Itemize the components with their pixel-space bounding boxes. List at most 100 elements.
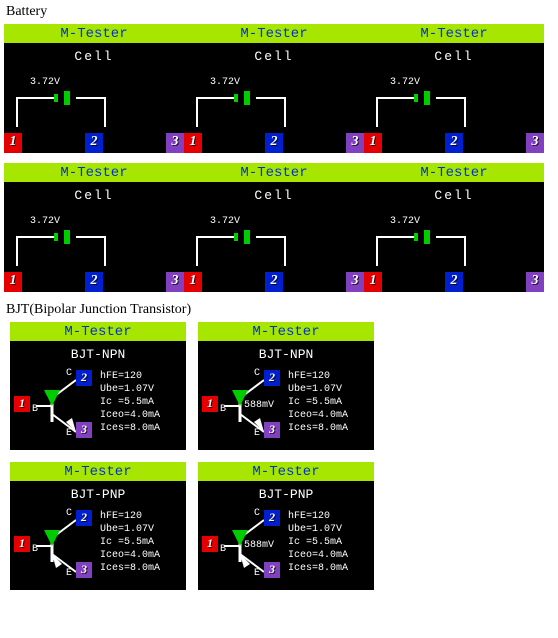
terminal-base-label: B xyxy=(220,544,226,555)
param-iceo: Iceo=4.0mA xyxy=(288,549,348,562)
pin-3: 3 xyxy=(526,272,544,292)
cell-schematic xyxy=(196,87,352,129)
tester-body: Cell 3.72V 1 2 3 xyxy=(4,182,184,292)
pin-2: 2 xyxy=(264,370,280,386)
pin-2: 2 xyxy=(265,133,283,153)
pin-1: 1 xyxy=(364,133,382,153)
pin-1: 1 xyxy=(4,133,22,153)
terminal-base-label: B xyxy=(220,404,226,415)
bjt-parameters: hFE=120 Ube=1.07V Ic =5.5mA Iceo=4.0mA I… xyxy=(100,510,160,575)
pin-3: 3 xyxy=(76,422,92,438)
pin-row: 1 2 3 xyxy=(184,133,364,153)
pin-row: 1 2 3 xyxy=(4,272,184,292)
tester-header: M-Tester xyxy=(364,163,544,182)
terminal-collector-label: C xyxy=(254,368,260,379)
bjt-parameters: hFE=120 Ube=1.07V Ic =5.5mA Iceo=4.0mA I… xyxy=(100,370,160,435)
tester-body: Cell 3.72V 1 2 3 xyxy=(184,182,364,292)
pin-1: 1 xyxy=(14,536,30,552)
cell-schematic xyxy=(376,226,532,268)
pin-2: 2 xyxy=(85,133,103,153)
tester-cell: M-Tester Cell 3.72V 1 2 3 xyxy=(4,24,184,153)
param-iceo: Iceo=4.0mA xyxy=(288,409,348,422)
pin-3: 3 xyxy=(264,422,280,438)
cell-schematic xyxy=(16,87,172,129)
terminal-collector-label: C xyxy=(254,508,260,519)
pin-2: 2 xyxy=(265,272,283,292)
pin-3: 3 xyxy=(166,133,184,153)
pin-3: 3 xyxy=(76,562,92,578)
cell-type-label: Cell xyxy=(10,188,178,203)
tester-header: M-Tester xyxy=(10,322,186,341)
pin-2: 2 xyxy=(445,272,463,292)
tester-body: BJT-PNP 1 2 3 B C E hFE=120 Ube= xyxy=(10,481,186,590)
tester-bjt-npn: M-Tester BJT-NPN 1 2 3 B C E hF xyxy=(10,322,186,450)
terminal-base-label: B xyxy=(32,404,38,415)
tester-header: M-Tester xyxy=(364,24,544,43)
terminal-base-label: B xyxy=(32,544,38,555)
tester-cell: M-Tester Cell 3.72V 1 2 3 xyxy=(184,24,364,153)
terminal-emitter-label: E xyxy=(254,428,260,439)
bjt-type-label: BJT-NPN xyxy=(202,347,370,362)
param-ic: Ic =5.5mA xyxy=(288,536,348,549)
battery-icon xyxy=(414,230,436,244)
param-ube: Ube=1.07V xyxy=(100,523,160,536)
terminal-emitter-label: E xyxy=(254,568,260,579)
battery-icon xyxy=(414,91,436,105)
vbe-inline-value: 588mV xyxy=(244,540,274,551)
param-ube: Ube=1.07V xyxy=(288,383,348,396)
bjt-diagram-area: 1 2 3 B C E hFE=120 Ube=1.07V Ic =5.5mA … xyxy=(14,366,182,446)
param-ic: Ic =5.5mA xyxy=(288,396,348,409)
cell-type-label: Cell xyxy=(370,49,538,64)
pin-2: 2 xyxy=(264,510,280,526)
pin-row: 1 2 3 xyxy=(184,272,364,292)
tester-cell: M-Tester Cell 3.72V 1 2 3 xyxy=(364,24,544,153)
param-hfe: hFE=120 xyxy=(100,510,160,523)
pin-1: 1 xyxy=(202,536,218,552)
pin-2: 2 xyxy=(76,510,92,526)
tester-cell: M-Tester Cell 3.72V 1 2 3 xyxy=(184,163,364,292)
bjt-npn-row: M-Tester BJT-NPN 1 2 3 B C E hF xyxy=(10,322,558,450)
tester-cell: M-Tester Cell 3.72V 1 2 3 xyxy=(364,163,544,292)
bjt-pnp-row: M-Tester BJT-PNP 1 2 3 B C E hF xyxy=(10,462,558,590)
battery-row-2: M-Tester Cell 3.72V 1 2 3 M-Tester Cell … xyxy=(4,163,558,292)
param-iceo: Iceo=4.0mA xyxy=(100,409,160,422)
pin-row: 1 2 3 xyxy=(4,133,184,153)
tester-header: M-Tester xyxy=(184,163,364,182)
cell-type-label: Cell xyxy=(370,188,538,203)
tester-body: Cell 3.72V 1 2 3 xyxy=(364,43,544,153)
param-ic: Ic =5.5mA xyxy=(100,396,160,409)
bjt-parameters: hFE=120 Ube=1.07V Ic =5.5mA Iceo=4.0mA I… xyxy=(288,510,348,575)
pin-3: 3 xyxy=(264,562,280,578)
pin-3: 3 xyxy=(526,133,544,153)
tester-body: Cell 3.72V 1 2 3 xyxy=(364,182,544,292)
vbe-inline-value: 588mV xyxy=(244,400,274,411)
section-title-bjt: BJT(Bipolar Junction Transistor) xyxy=(6,302,558,318)
param-ices: Ices=8.0mA xyxy=(288,562,348,575)
battery-icon xyxy=(54,230,76,244)
battery-icon xyxy=(54,91,76,105)
battery-icon xyxy=(234,230,256,244)
tester-header: M-Tester xyxy=(10,462,186,481)
param-ices: Ices=8.0mA xyxy=(100,562,160,575)
bjt-type-label: BJT-PNP xyxy=(14,487,182,502)
pin-1: 1 xyxy=(4,272,22,292)
bjt-parameters: hFE=120 Ube=1.07V Ic =5.5mA Iceo=4.0mA I… xyxy=(288,370,348,435)
pin-3: 3 xyxy=(166,272,184,292)
cell-type-label: Cell xyxy=(190,49,358,64)
cell-type-label: Cell xyxy=(10,49,178,64)
bjt-diagram-area: 1 2 3 B C E 588mV hFE=120 Ube=1.07V Ic =… xyxy=(202,506,370,586)
tester-header: M-Tester xyxy=(198,322,374,341)
pin-2: 2 xyxy=(76,370,92,386)
tester-body: BJT-PNP 1 2 3 B C E 588mV hFE=120 xyxy=(198,481,374,590)
cell-schematic xyxy=(196,226,352,268)
tester-bjt-pnp-vbe: M-Tester BJT-PNP 1 2 3 B C E 588mV xyxy=(198,462,374,590)
pin-1: 1 xyxy=(14,396,30,412)
tester-header: M-Tester xyxy=(4,24,184,43)
terminal-collector-label: C xyxy=(66,368,72,379)
tester-header: M-Tester xyxy=(4,163,184,182)
pin-3: 3 xyxy=(346,272,364,292)
tester-body: BJT-NPN 1 2 3 B C E hFE=120 Ube= xyxy=(10,341,186,450)
pin-3: 3 xyxy=(346,133,364,153)
tester-bjt-npn-vbe: M-Tester BJT-NPN 1 2 3 B C E 588mV xyxy=(198,322,374,450)
param-ic: Ic =5.5mA xyxy=(100,536,160,549)
